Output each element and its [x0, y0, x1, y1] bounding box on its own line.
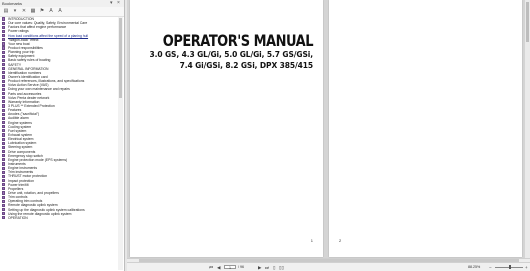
page-count: / 96 [238, 264, 244, 269]
delete-icon[interactable]: ✕ [21, 8, 27, 14]
close-icon[interactable]: × [117, 0, 120, 7]
last-page-icon[interactable]: ⏭ [265, 265, 269, 270]
text-smaller-icon[interactable]: A [57, 8, 63, 14]
document-scrollbar[interactable] [525, 0, 530, 258]
options-icon[interactable]: ⚑ [39, 8, 45, 14]
page-number: 1 [310, 238, 313, 243]
next-page-icon[interactable]: ▶ [258, 265, 261, 270]
bookmark-label: OPERATION [8, 215, 28, 220]
bookmarks-scroll-thumb[interactable] [119, 18, 122, 98]
chevron-down-icon[interactable]: ▾ [110, 0, 113, 7]
document-scroll-thumb[interactable] [526, 2, 529, 42]
first-page-icon[interactable]: ⏮ [209, 265, 213, 270]
bookmarks-title: Bookmarks [2, 1, 23, 6]
zoom-out-icon[interactable]: − [489, 265, 492, 270]
bookmarks-toolbar: ▤ ▾ ✕ ▦ ⚑ A A [0, 7, 124, 17]
new-bookmark-icon[interactable]: ▦ [30, 8, 36, 14]
bookmark-icon [2, 216, 5, 220]
models-line-1: 3.0 GS, 4.3 GL/Gi, 5.0 GL/Gi, 5.7 GS/GSi… [149, 50, 313, 59]
prev-page-icon[interactable]: ◀ [217, 265, 220, 270]
two-page-icon[interactable]: ▯▯ [279, 265, 284, 270]
zoom-level[interactable]: 88.25% [468, 265, 480, 270]
bookmarks-panel: Bookmarks ▾ × ▤ ▾ ✕ ▦ ⚑ A A INTRODUCTION Our co… [0, 0, 124, 271]
collapse-all-icon[interactable]: ▾ [12, 8, 18, 14]
status-bar: ⏮ ◀ 1 / 96 ▶ ⏭ ▯ ▯▯ 88.25% − + [127, 262, 530, 271]
models-line-2: 7.4 Gi/GSi, 8.2 GSi, DPX 385/415 [179, 61, 314, 70]
bookmark-list: INTRODUCTION Our core values: Quality, Sa… [0, 17, 117, 269]
page-number: 2 [339, 238, 342, 243]
zoom-in-icon[interactable]: + [525, 265, 528, 270]
expand-all-icon[interactable]: ▤ [3, 8, 9, 14]
bookmark-item[interactable]: OPERATION [0, 216, 117, 220]
panel-splitter[interactable] [124, 0, 127, 271]
single-page-icon[interactable]: ▯ [273, 265, 275, 270]
pdf-page-2: 2 [329, 0, 522, 257]
zoom-slider-handle[interactable] [509, 265, 511, 269]
pdf-page-1: OPERATOR'S MANUAL 3.0 GS, 4.3 GL/Gi, 5.0… [130, 0, 323, 257]
text-larger-icon[interactable]: A [48, 8, 54, 14]
bookmarks-scrollbar[interactable] [118, 17, 123, 270]
page-title: OPERATOR'S MANUAL [162, 32, 314, 51]
page-number-input[interactable]: 1 [224, 264, 236, 270]
